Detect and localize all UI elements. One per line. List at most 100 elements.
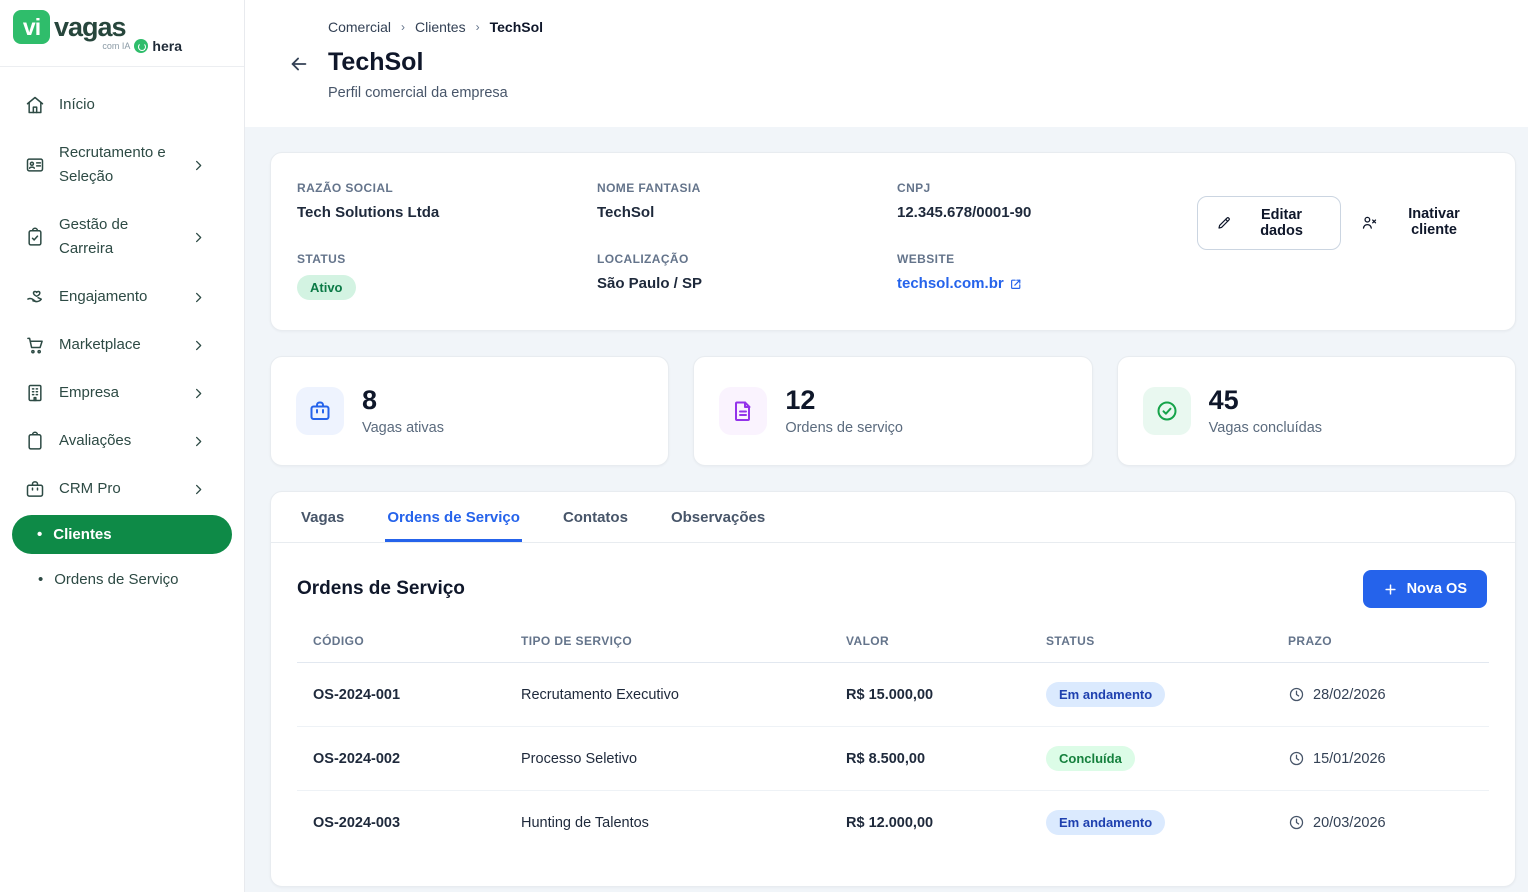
bullet-icon: • (38, 572, 43, 587)
edit-data-button[interactable]: Editar dados (1197, 196, 1341, 250)
status-badge: Ativo (297, 275, 356, 300)
sidebar-item-avaliacoes[interactable]: Avaliações (0, 417, 244, 465)
company-profile-card: RAZÃO SOCIAL Tech Solutions Ltda STATUS … (270, 152, 1516, 331)
clipboard-icon (25, 431, 45, 451)
website-link[interactable]: techsol.com.br (897, 275, 1023, 292)
table-row[interactable]: OS-2024-002 Processo Seletivo R$ 8.500,0… (297, 727, 1489, 791)
tab-ordens-de-servico[interactable]: Ordens de Serviço (385, 492, 522, 542)
user-x-icon (1361, 214, 1378, 231)
briefcase-icon (25, 479, 45, 499)
external-link-icon (1009, 277, 1023, 291)
sidebar-item-recrutamento[interactable]: Recrutamento e Seleção (0, 129, 244, 201)
content-area: RAZÃO SOCIAL Tech Solutions Ltda STATUS … (245, 127, 1528, 892)
stat-label: Vagas ativas (362, 420, 444, 436)
breadcrumb-item-comercial[interactable]: Comercial (328, 19, 391, 35)
sidebar-subitem-label: Ordens de Serviço (54, 571, 178, 588)
page-title: TechSol (328, 48, 543, 77)
order-value: R$ 15.000,00 (830, 663, 1030, 727)
sidebar-item-label: Engajamento (59, 285, 177, 309)
tab-bar: Vagas Ordens de Serviço Contatos Observa… (271, 492, 1515, 543)
table-row[interactable]: OS-2024-001 Recrutamento Executivo R$ 15… (297, 663, 1489, 727)
sidebar-item-label: Gestão de Carreira (59, 213, 177, 261)
tab-contatos[interactable]: Contatos (561, 492, 630, 542)
sidebar-item-empresa[interactable]: Empresa (0, 369, 244, 417)
hera-icon (134, 39, 148, 53)
stat-card-vagas-ativas: 8 Vagas ativas (270, 356, 669, 466)
sidebar-item-crm-pro[interactable]: CRM Pro (0, 465, 244, 513)
website-url: techsol.com.br (897, 275, 1004, 292)
sidebar-item-label: Início (59, 93, 177, 117)
sidebar-item-label: Recrutamento e Seleção (59, 141, 177, 189)
building-icon (25, 383, 45, 403)
column-header-codigo: CÓDIGO (297, 620, 505, 663)
brand-logo[interactable]: vi vagas com IA hera (0, 0, 244, 67)
hand-heart-icon (25, 287, 45, 307)
status-badge: Em andamento (1046, 810, 1165, 835)
breadcrumb-item-clientes[interactable]: Clientes (415, 19, 466, 35)
table-row[interactable]: OS-2024-003 Hunting de Talentos R$ 12.00… (297, 791, 1489, 855)
order-deadline: 20/03/2026 (1288, 814, 1473, 831)
order-code: OS-2024-002 (297, 727, 505, 791)
deactivate-client-label: Inativar cliente (1387, 206, 1481, 238)
stat-value: 8 (362, 386, 444, 414)
sidebar: vi vagas com IA hera Início Recrutamento… (0, 0, 245, 892)
order-code: OS-2024-003 (297, 791, 505, 855)
chevron-right-icon (191, 290, 206, 305)
field-label: STATUS (297, 252, 597, 266)
tab-vagas[interactable]: Vagas (299, 492, 346, 542)
breadcrumb-item-current: TechSol (490, 19, 543, 35)
bullet-icon: • (37, 527, 42, 542)
field-nome-fantasia: NOME FANTASIA TechSol (597, 181, 897, 221)
field-localizacao: LOCALIZAÇÃO São Paulo / SP (597, 252, 897, 292)
order-type: Hunting de Talentos (505, 791, 830, 855)
sidebar-item-label: CRM Pro (59, 477, 177, 501)
status-badge: Em andamento (1046, 682, 1165, 707)
sidebar-item-label: Avaliações (59, 429, 177, 453)
field-value: TechSol (597, 204, 897, 221)
column-header-tipo-servico: TIPO DE SERVIÇO (505, 620, 830, 663)
field-website: WEBSITE techsol.com.br (897, 252, 1197, 293)
chevron-right-icon (191, 338, 206, 353)
sidebar-item-inicio[interactable]: Início (0, 81, 244, 129)
sidebar-subitem-clientes[interactable]: • Clientes (12, 515, 232, 554)
sidebar-subitem-ordens-de-servico[interactable]: • Ordens de Serviço (0, 558, 244, 601)
sidebar-item-label: Marketplace (59, 333, 177, 357)
sidebar-item-gestao-carreira[interactable]: Gestão de Carreira (0, 201, 244, 273)
deactivate-client-button[interactable]: Inativar cliente (1355, 196, 1487, 248)
new-os-button[interactable]: Nova OS (1363, 570, 1487, 608)
back-button[interactable] (288, 26, 310, 101)
check-circle-icon (1143, 387, 1191, 435)
page-subtitle: Perfil comercial da empresa (328, 85, 543, 101)
chevron-right-icon (191, 434, 206, 449)
stat-card-ordens-servico: 12 Ordens de serviço (693, 356, 1092, 466)
id-card-icon (25, 155, 45, 175)
order-value: R$ 8.500,00 (830, 727, 1030, 791)
order-value: R$ 12.000,00 (830, 791, 1030, 855)
sidebar-subitem-label: Clientes (53, 526, 111, 543)
field-label: NOME FANTASIA (597, 181, 897, 195)
clock-icon (1288, 750, 1305, 767)
tab-observacoes[interactable]: Observações (669, 492, 767, 542)
order-type: Recrutamento Executivo (505, 663, 830, 727)
table-header-row: CÓDIGO TIPO DE SERVIÇO VALOR STATUS PRAZ… (297, 620, 1489, 663)
file-text-icon (719, 387, 767, 435)
clock-icon (1288, 686, 1305, 703)
sidebar-menu: Início Recrutamento e Seleção Gestão de … (0, 67, 244, 601)
column-header-prazo: PRAZO (1272, 620, 1489, 663)
field-razao-social: RAZÃO SOCIAL Tech Solutions Ltda (297, 181, 597, 221)
chevron-right-icon (191, 230, 206, 245)
orders-table: CÓDIGO TIPO DE SERVIÇO VALOR STATUS PRAZ… (297, 620, 1489, 854)
sidebar-item-marketplace[interactable]: Marketplace (0, 321, 244, 369)
stat-value: 12 (785, 386, 903, 414)
order-deadline: 15/01/2026 (1288, 750, 1473, 767)
field-label: WEBSITE (897, 252, 1197, 266)
breadcrumb-separator: › (476, 20, 480, 34)
sidebar-item-label: Empresa (59, 381, 177, 405)
chevron-right-icon (191, 482, 206, 497)
sidebar-item-engajamento[interactable]: Engajamento (0, 273, 244, 321)
field-cnpj: CNPJ 12.345.678/0001-90 (897, 181, 1197, 221)
chevron-right-icon (191, 386, 206, 401)
briefcase-icon (296, 387, 344, 435)
deadline-date: 20/03/2026 (1313, 815, 1386, 831)
breadcrumb-separator: › (401, 20, 405, 34)
